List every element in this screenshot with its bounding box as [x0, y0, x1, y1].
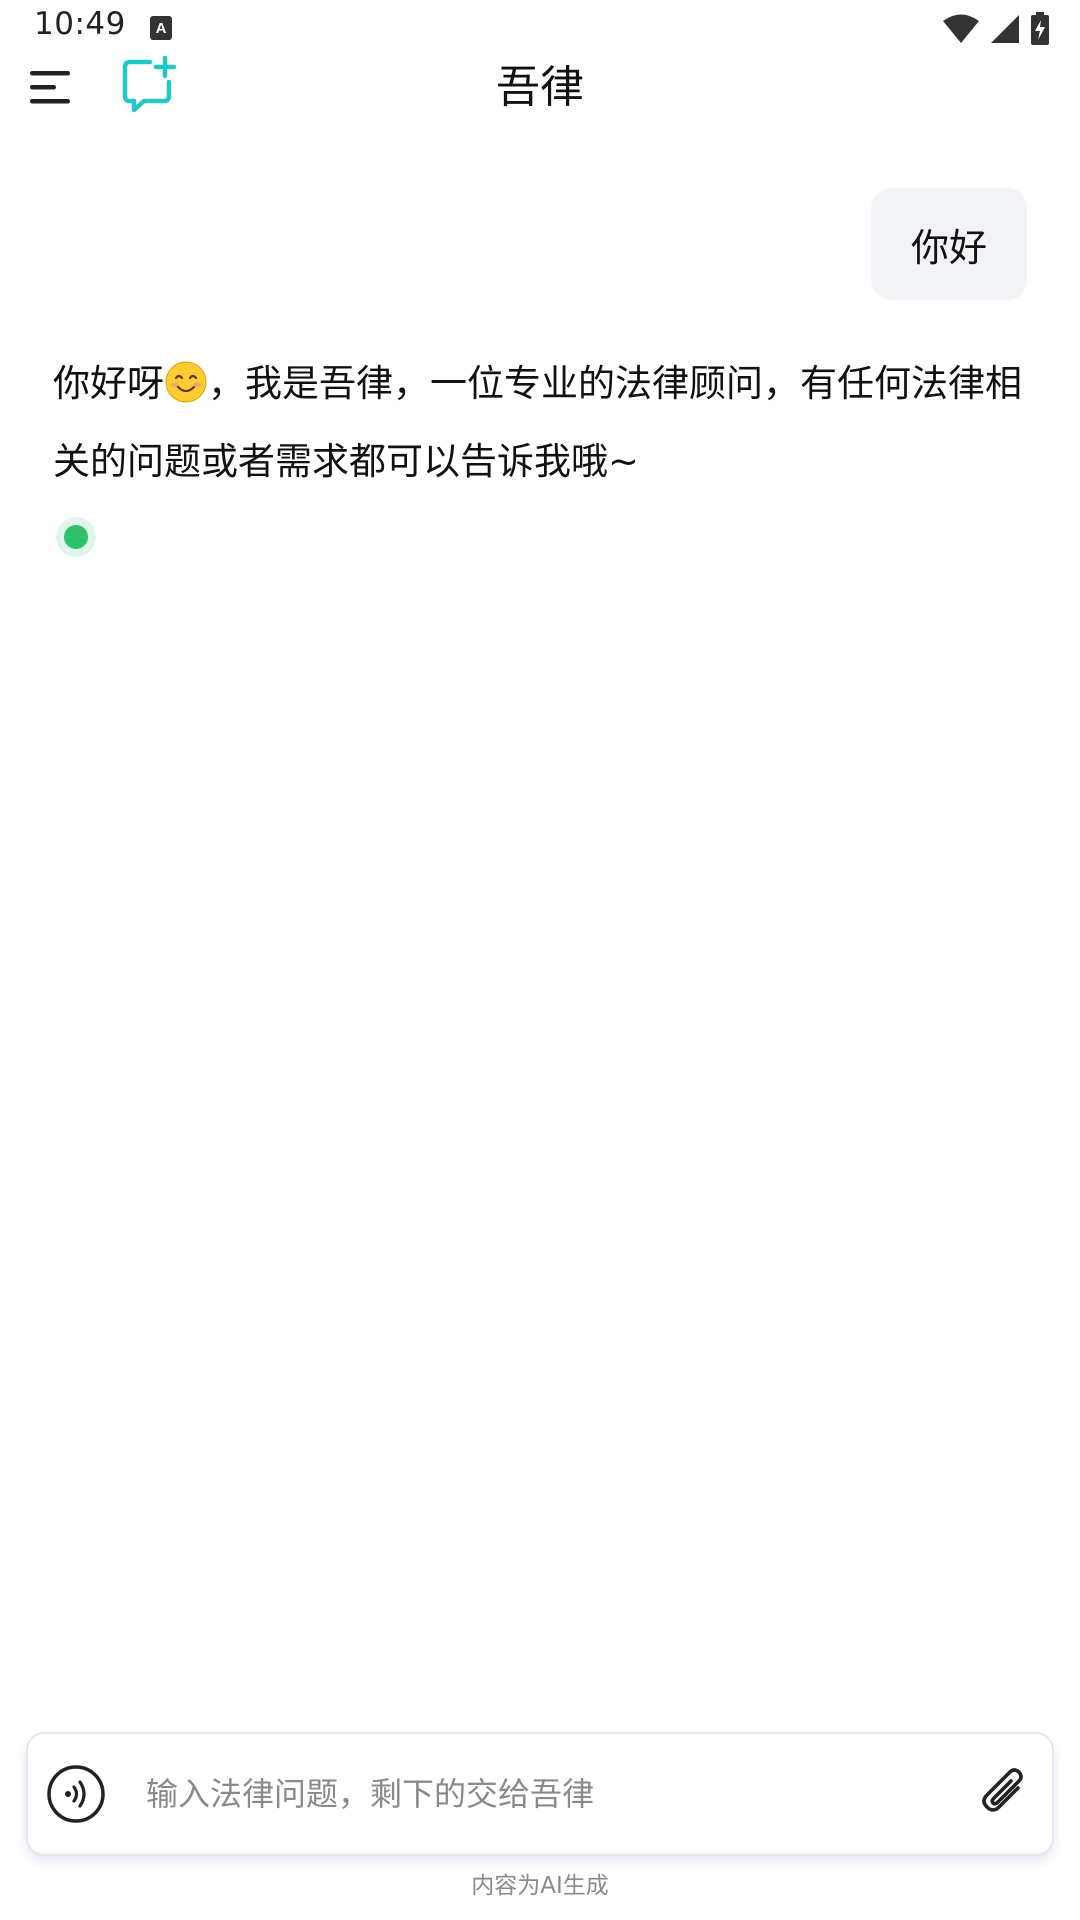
ai-disclaimer: 内容为AI生成: [471, 1873, 609, 1899]
typing-dot: [64, 525, 88, 549]
paperclip-icon[interactable]: [978, 1766, 1034, 1822]
voice-input-icon[interactable]: [46, 1764, 106, 1824]
app-header: 吾律: [0, 56, 1080, 150]
status-time: 10:49: [34, 6, 126, 42]
status-icons: [942, 12, 1050, 46]
smiling-face-emoji-icon: [165, 361, 207, 403]
status-bar: 10:49 A: [0, 0, 1080, 60]
message-composer: [26, 1732, 1054, 1856]
user-message-text: 你好: [910, 225, 987, 270]
message-input[interactable]: [146, 1764, 966, 1824]
assistant-message-text-1: 你好呀: [53, 362, 164, 405]
accessibility-a-icon: A: [150, 16, 172, 40]
battery-charging-icon: [1031, 12, 1049, 45]
cell-signal-icon: [991, 15, 1019, 43]
typing-indicator: [56, 517, 96, 557]
user-message-bubble[interactable]: 你好: [870, 188, 1027, 300]
wifi-icon: [943, 14, 979, 43]
assistant-message[interactable]: 你好呀 ，我是吾律，一位专业的法律顾问，有任何法律相关的问题或者需求都可以告诉我…: [53, 345, 1033, 501]
page-title: 吾律: [496, 62, 584, 113]
svg-text:A: A: [156, 20, 167, 37]
